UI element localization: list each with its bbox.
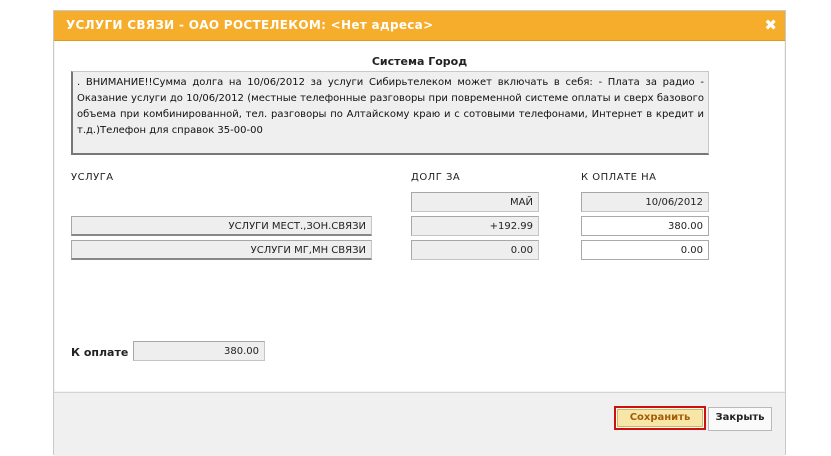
debt-amount-field: 0.00: [411, 240, 539, 260]
service-name-field: УСЛУГИ МГ,МН СВЯЗИ: [71, 240, 372, 260]
pay-amount-input[interactable]: 0.00: [581, 240, 709, 260]
debt-period-field: МАЙ: [411, 192, 539, 212]
notice-textarea[interactable]: . ВНИМАНИЕ!!Сумма долга на 10/06/2012 за…: [71, 71, 709, 155]
column-header-debt: ДОЛГ ЗА: [411, 172, 461, 183]
service-name-field: УСЛУГИ МЕСТ.,ЗОН.СВЯЗИ: [71, 216, 372, 236]
column-header-service: УСЛУГА: [71, 172, 114, 183]
dialog-titlebar[interactable]: УСЛУГИ СВЯЗИ - ОАО РОСТЕЛЕКОМ: <Нет адре…: [54, 11, 785, 41]
total-label: К оплате: [71, 346, 129, 359]
dialog-footer: Сохранить Закрыть: [54, 392, 785, 456]
pay-amount-input[interactable]: 380.00: [581, 216, 709, 236]
debt-amount-field: +192.99: [411, 216, 539, 236]
save-button-label: Сохранить: [617, 409, 703, 427]
save-button[interactable]: Сохранить: [614, 406, 706, 430]
dialog-content: Система Город . ВНИМАНИЕ!!Сумма долга на…: [55, 41, 784, 391]
system-title: Система Город: [371, 55, 468, 68]
payment-dialog: УСЛУГИ СВЯЗИ - ОАО РОСТЕЛЕКОМ: <Нет адре…: [53, 10, 786, 456]
pay-date-field: 10/06/2012: [581, 192, 709, 212]
column-header-pay: К ОПЛАТЕ НА: [581, 172, 657, 183]
dialog-title: УСЛУГИ СВЯЗИ - ОАО РОСТЕЛЕКОМ: <Нет адре…: [66, 18, 434, 32]
close-icon[interactable]: ✖: [764, 16, 777, 34]
total-amount-field: 380.00: [133, 341, 265, 361]
close-button[interactable]: Закрыть: [708, 407, 772, 431]
